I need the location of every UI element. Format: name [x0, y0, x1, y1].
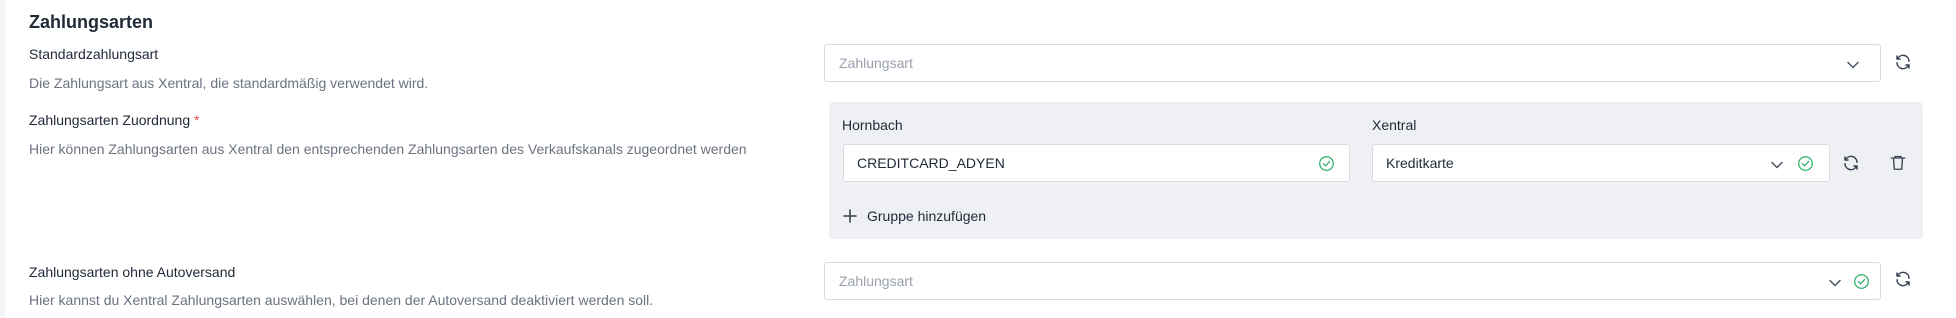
xentral-payment-value: Kreditkarte [1386, 155, 1454, 171]
payment-methods-panel: Zahlungsarten Standardzahlungsart Die Za… [5, 0, 1956, 318]
standard-payment-description: Die Zahlungsart aus Xentral, die standar… [29, 75, 429, 91]
check-circle-icon [1319, 156, 1334, 171]
plus-icon [843, 209, 857, 223]
refresh-icon[interactable] [1842, 154, 1860, 172]
mapping-label: Zahlungsarten Zuordnung * [29, 111, 199, 129]
refresh-icon[interactable] [1894, 270, 1912, 288]
channel-payment-value: CREDITCARD_ADYEN [857, 155, 1005, 171]
mapping-label-text: Zahlungsarten Zuordnung [29, 112, 191, 128]
add-group-label: Gruppe hinzufügen [867, 208, 987, 224]
column-header-xentral: Xentral [1372, 117, 1417, 133]
no-autoshipping-placeholder: Zahlungsart [839, 273, 913, 289]
mapping-group: Hornbach Xentral CREDITCARD_ADYEN Kredit… [829, 102, 1923, 239]
no-autoshipping-description: Hier kannst du Xentral Zahlungsarten aus… [29, 292, 654, 308]
no-autoshipping-select[interactable]: Zahlungsart [824, 262, 1881, 300]
refresh-icon[interactable] [1894, 53, 1912, 71]
section-title: Zahlungsarten [29, 12, 154, 32]
mapping-description: Hier können Zahlungsarten aus Xentral de… [29, 141, 747, 157]
channel-payment-input[interactable]: CREDITCARD_ADYEN [843, 144, 1350, 182]
standard-payment-select[interactable]: Zahlungsart [824, 44, 1881, 82]
add-group-button[interactable]: Gruppe hinzufügen [843, 206, 986, 226]
standard-payment-placeholder: Zahlungsart [839, 55, 913, 71]
standard-payment-label: Standardzahlungsart [29, 46, 159, 62]
trash-icon[interactable] [1889, 153, 1907, 172]
chevron-down-icon[interactable] [1827, 275, 1843, 291]
required-mark: * [194, 112, 200, 128]
chevron-down-icon[interactable] [1769, 157, 1785, 173]
check-circle-icon [1798, 156, 1813, 171]
check-circle-icon [1854, 274, 1869, 289]
column-header-hornbach: Hornbach [842, 117, 903, 133]
xentral-payment-select[interactable]: Kreditkarte [1372, 144, 1830, 182]
chevron-down-icon[interactable] [1845, 57, 1861, 73]
no-autoshipping-label: Zahlungsarten ohne Autoversand [29, 264, 236, 280]
